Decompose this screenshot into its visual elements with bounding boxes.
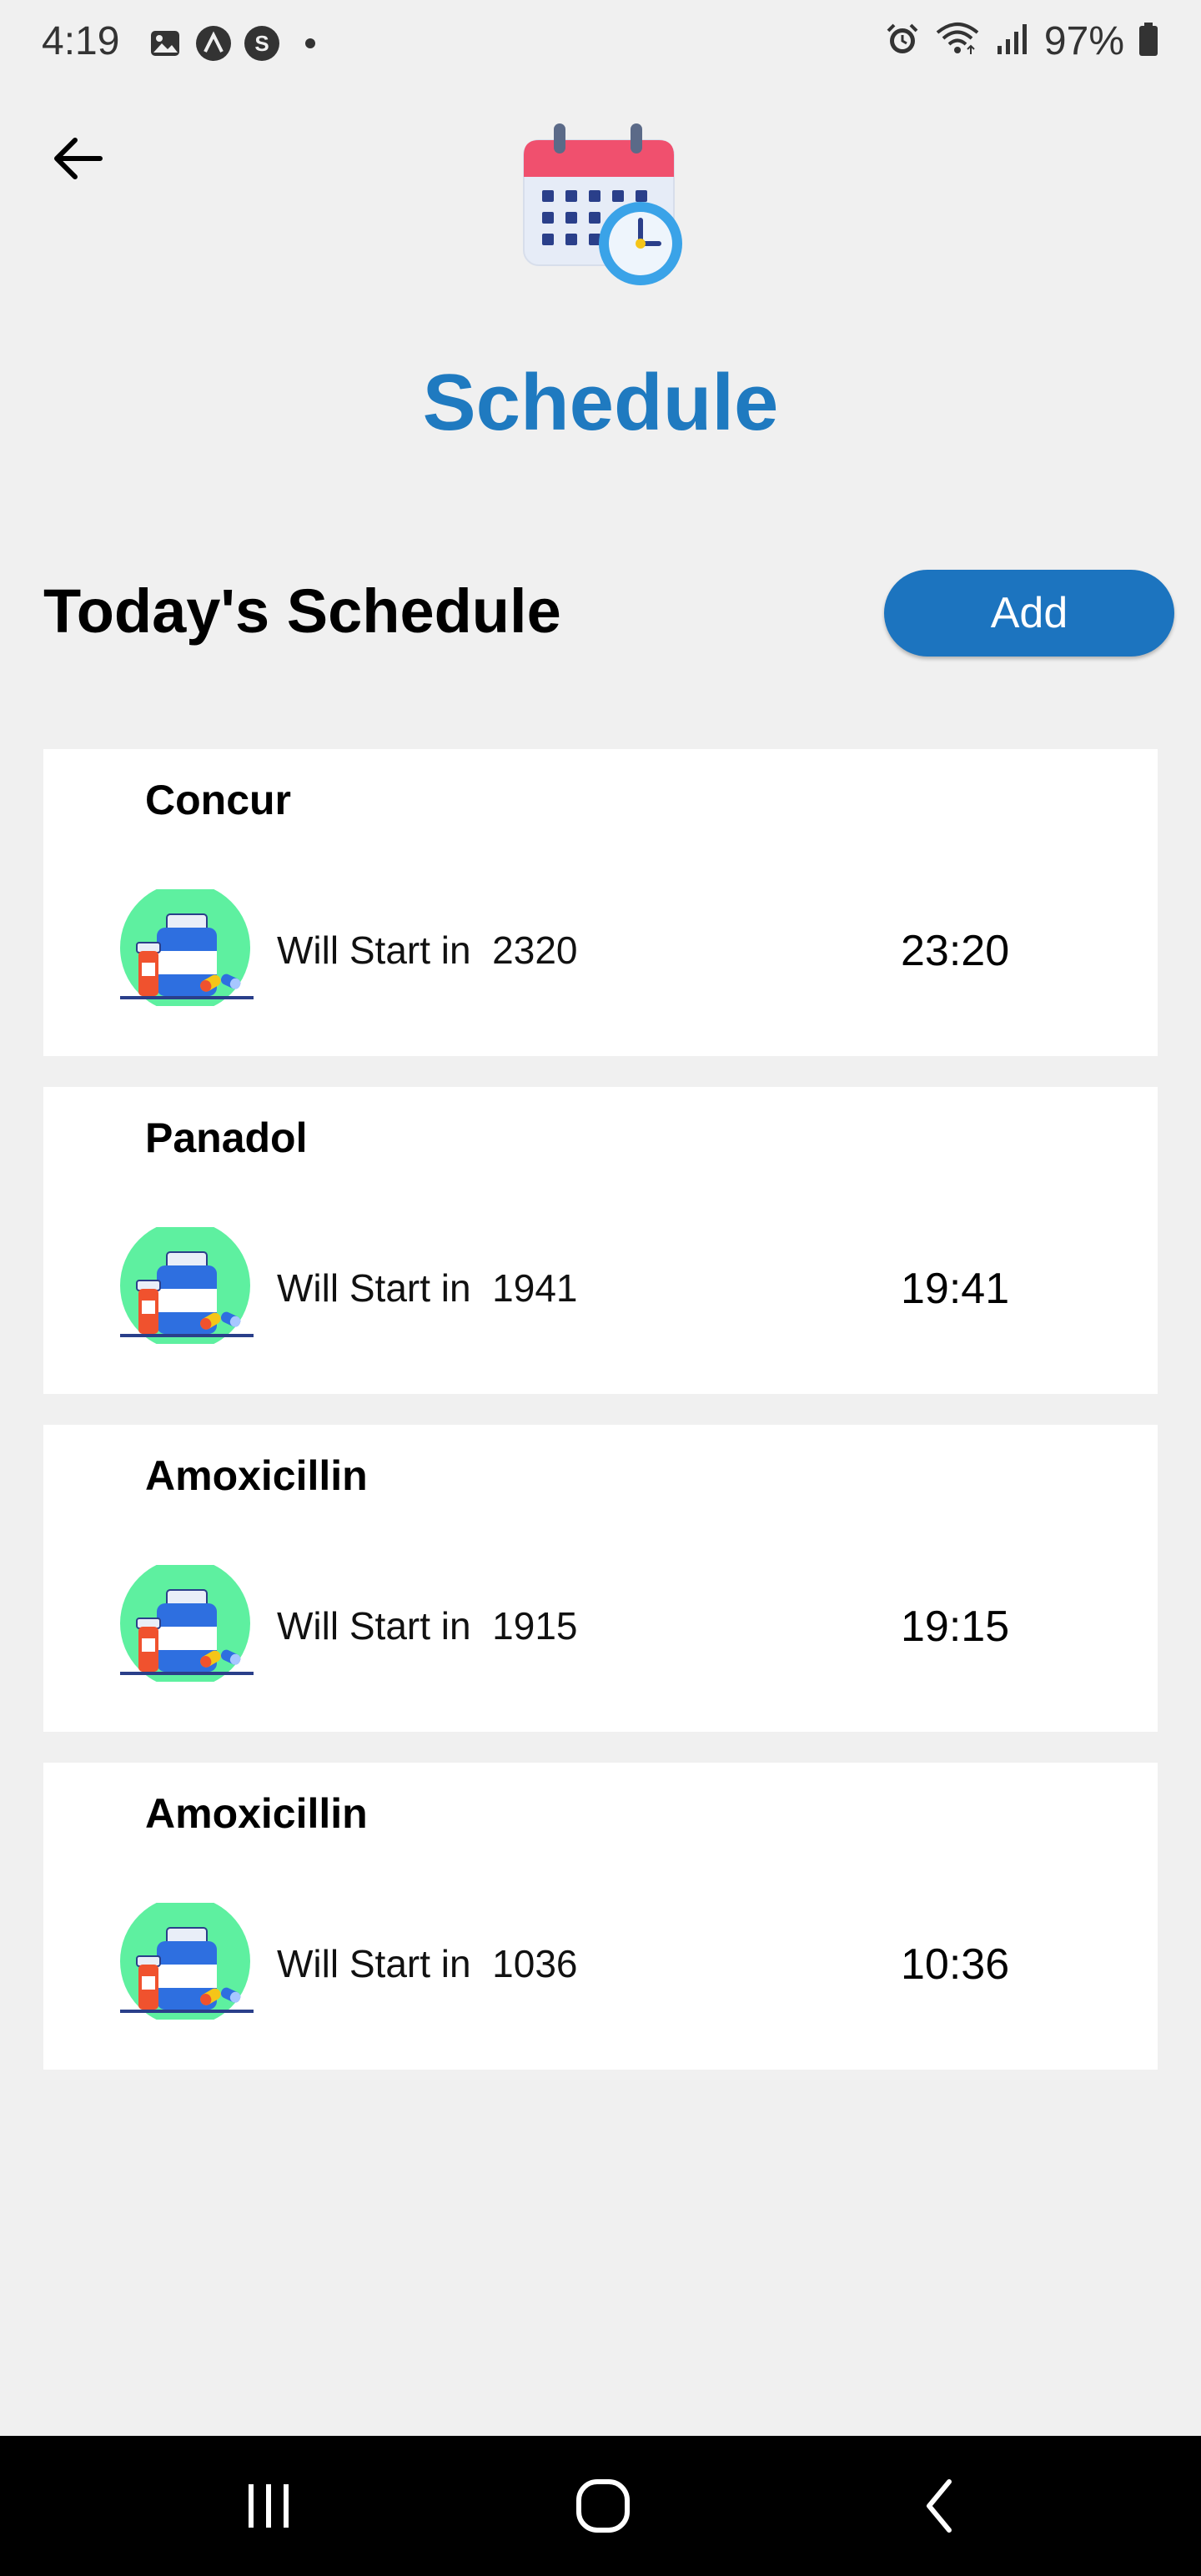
dot-icon <box>292 25 329 62</box>
svg-text:S: S <box>254 31 269 56</box>
back-arrow-icon <box>54 138 103 179</box>
battery-icon <box>1138 21 1159 62</box>
schedule-time: 10:36 <box>901 1940 1010 1989</box>
schedule-time: 23:20 <box>901 927 1010 975</box>
start-info: Will Start in 1941 <box>277 1265 578 1311</box>
medicine-name: Amoxicillin <box>145 1452 368 1499</box>
battery-level: 97% <box>1043 19 1124 63</box>
gallery-icon <box>147 25 183 62</box>
start-info: Will Start in 1915 <box>277 1603 578 1648</box>
schedule-card[interactable]: Panadol Will Start in 1941 19:41 <box>43 1087 1158 1394</box>
app-s-icon: S <box>244 25 280 62</box>
medicine-bottle-icon <box>120 1558 254 1688</box>
add-button[interactable]: Add <box>884 570 1174 657</box>
start-value: 2320 <box>492 928 578 972</box>
start-info: Will Start in 2320 <box>277 928 578 973</box>
page-title: Schedule <box>422 358 779 447</box>
calendar-clock-icon <box>517 117 684 292</box>
status-bar: 4:19 S 97% <box>0 0 1201 87</box>
medicine-bottle-icon <box>120 1896 254 2026</box>
recent-apps-icon <box>249 2484 289 2528</box>
signal-icon <box>994 21 1031 62</box>
schedule-time: 19:41 <box>901 1265 1010 1313</box>
nav-back-icon <box>927 2479 952 2533</box>
medicine-bottle-icon <box>120 883 254 1013</box>
start-value: 1941 <box>492 1266 578 1310</box>
nav-back-button[interactable] <box>906 2473 972 2539</box>
start-value: 1915 <box>492 1604 578 1648</box>
recent-apps-button[interactable] <box>235 2473 302 2539</box>
notification-icons: S <box>147 25 329 62</box>
app-a-icon <box>195 25 232 62</box>
medicine-name: Concur <box>145 777 291 823</box>
system-icons: 97% <box>884 18 1159 64</box>
start-label: Will Start in <box>277 928 471 972</box>
navigation-bar <box>0 2436 1201 2576</box>
medicine-bottle-icon <box>120 1220 254 1351</box>
medicine-name: Panadol <box>145 1114 308 1161</box>
start-value: 1036 <box>492 1942 578 1985</box>
back-button[interactable] <box>43 125 110 192</box>
home-icon <box>576 2479 630 2533</box>
start-label: Will Start in <box>277 1266 471 1310</box>
medicine-name: Amoxicillin <box>145 1790 368 1837</box>
schedule-card[interactable]: Amoxicillin Will Start in 1915 19:15 <box>43 1425 1158 1732</box>
start-info: Will Start in 1036 <box>277 1941 578 1986</box>
home-button[interactable] <box>570 2473 636 2539</box>
start-label: Will Start in <box>277 1604 471 1648</box>
schedule-card[interactable]: Amoxicillin Will Start in 1036 10:36 <box>43 1763 1158 2070</box>
alarm-icon <box>884 21 921 62</box>
schedule-time: 19:15 <box>901 1602 1010 1651</box>
wifi-icon <box>934 21 981 62</box>
section-title: Today's Schedule <box>43 576 561 646</box>
status-time: 4:19 <box>42 19 120 63</box>
start-label: Will Start in <box>277 1942 471 1985</box>
schedule-card[interactable]: Concur Will Start in 2320 23:20 <box>43 749 1158 1056</box>
